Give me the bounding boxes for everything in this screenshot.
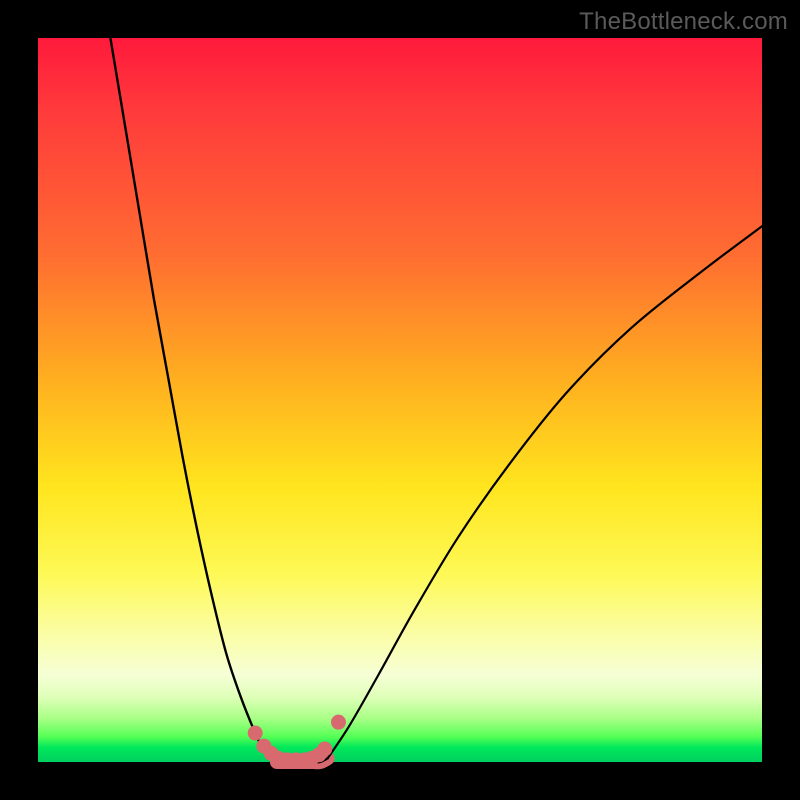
chart-frame: TheBottleneck.com <box>0 0 800 800</box>
curve-layer <box>38 38 762 762</box>
bottleneck-curve-right <box>328 226 762 758</box>
curve-group <box>110 38 762 767</box>
valley-bead <box>317 741 332 756</box>
valley-bead <box>331 715 346 730</box>
plot-area <box>38 38 762 762</box>
watermark-text: TheBottleneck.com <box>579 8 788 36</box>
valley-bead <box>248 726 263 741</box>
bottleneck-curve-left <box>110 38 277 762</box>
